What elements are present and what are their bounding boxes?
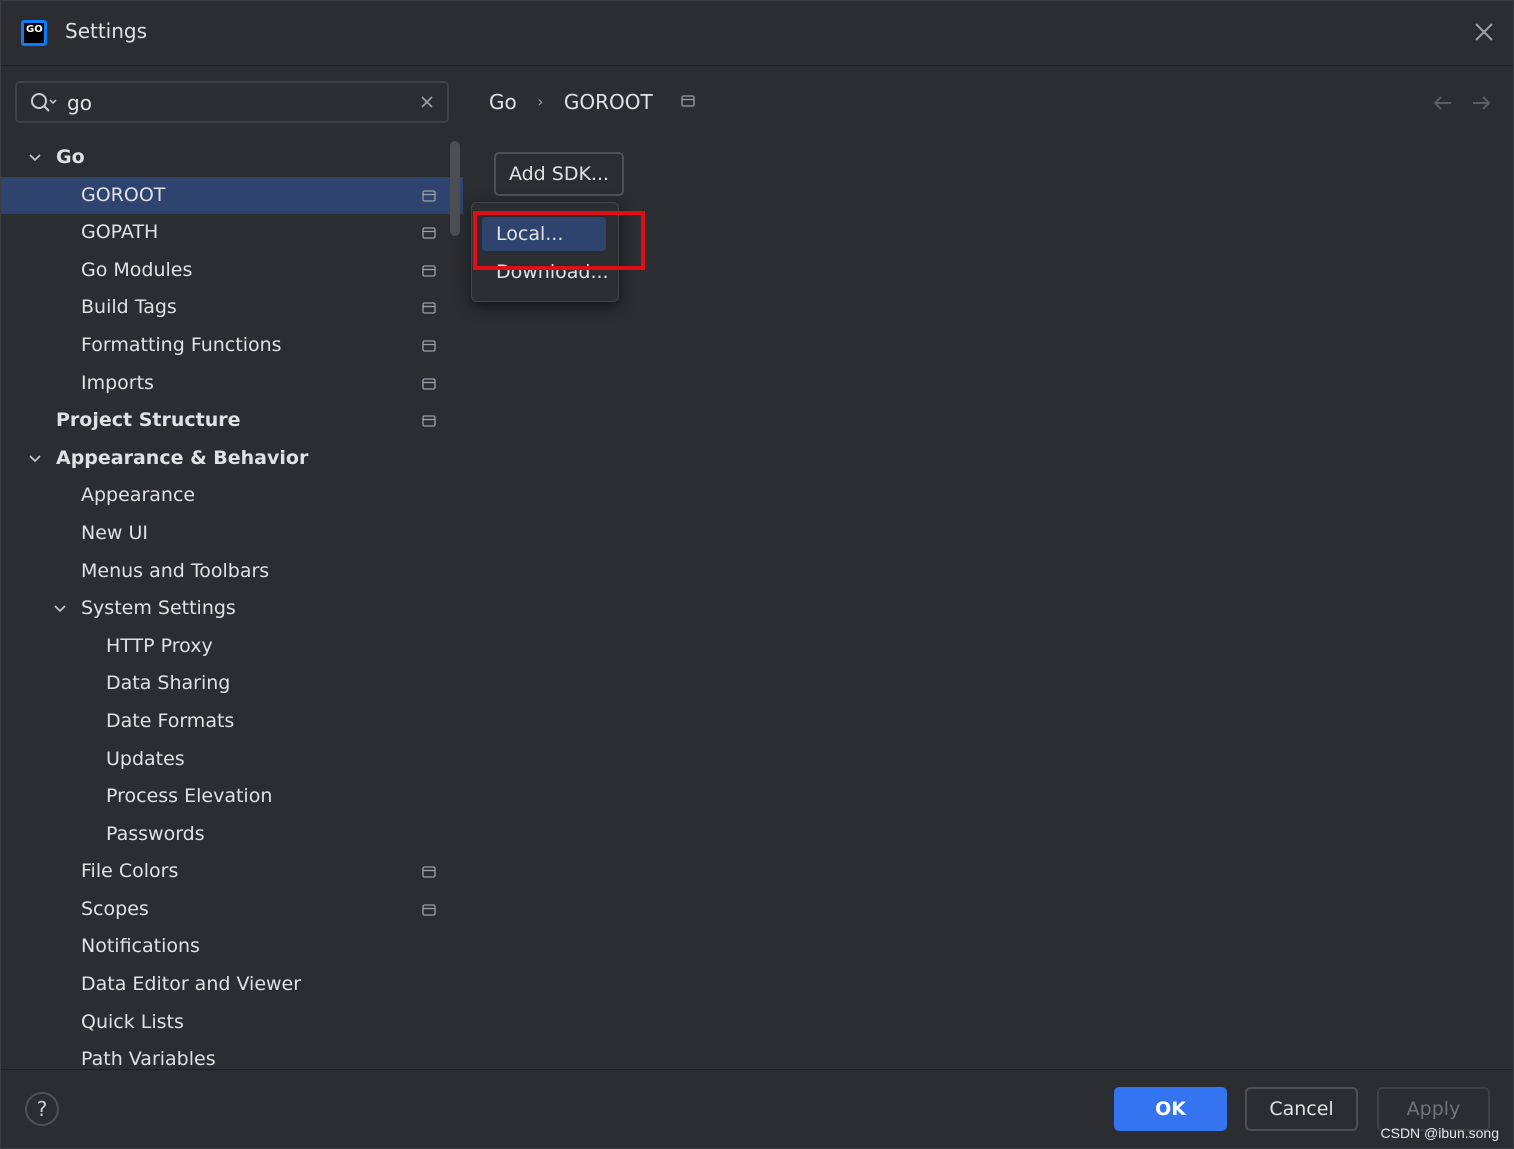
tree-item-label: Scopes (81, 897, 149, 920)
tree-item[interactable]: Appearance & Behavior (1, 440, 463, 478)
title-bar: GO Settings (1, 1, 1513, 66)
chevron-right-icon: › (537, 92, 544, 111)
project-scope-icon (422, 866, 436, 878)
chevron-down-icon[interactable] (28, 151, 42, 165)
chevron-down-icon[interactable] (53, 602, 67, 616)
tree-item[interactable]: Date Formats (1, 703, 463, 741)
window-title: Settings (65, 19, 148, 43)
tree-item-label: Updates (106, 747, 185, 770)
project-scope-icon (422, 265, 436, 277)
tree-item[interactable]: Passwords (1, 816, 463, 854)
settings-tree-panel: go Go GOROOT GOPATH Go Modules Build Tags For… (1, 66, 463, 1069)
tree-item-label: System Settings (81, 597, 236, 620)
arrow-left-icon[interactable] (1433, 96, 1451, 110)
annotation-highlight-box (473, 211, 645, 270)
search-value: go (67, 91, 92, 115)
help-button[interactable]: ? (25, 1092, 59, 1126)
settings-content-panel: Go › GOROOT Add SDK... Local... Download… (463, 66, 1513, 1069)
tree-item[interactable]: Formatting Functions (1, 327, 463, 365)
tree-item[interactable]: GOPATH (1, 214, 463, 252)
tree-item-label: Go (56, 146, 85, 168)
breadcrumb-parent[interactable]: Go (489, 90, 517, 114)
project-scope-icon (681, 95, 695, 107)
tree-item[interactable]: Notifications (1, 928, 463, 966)
tree-item[interactable]: Build Tags (1, 289, 463, 327)
tree-item-label: Quick Lists (81, 1010, 184, 1033)
tree-item[interactable]: Appearance (1, 477, 463, 515)
tree-item-label: Appearance & Behavior (56, 446, 309, 469)
tree-item[interactable]: Scopes (1, 891, 463, 929)
tree-item-label: HTTP Proxy (106, 634, 213, 657)
tree-item[interactable]: Updates (1, 741, 463, 779)
tree-item-label: Passwords (106, 822, 205, 845)
project-scope-icon (422, 302, 436, 315)
tree-item-label: New UI (81, 521, 148, 544)
chevron-down-icon[interactable] (28, 452, 42, 466)
navigation-arrows (1433, 96, 1491, 110)
settings-dialog: GO Settings go Go GOROOT GOPATH Go Modules B… (0, 0, 1514, 1149)
tree-item[interactable]: Path Variables (1, 1041, 463, 1069)
arrow-right-icon[interactable] (1473, 96, 1491, 110)
tree-item[interactable]: Imports (1, 365, 463, 403)
tree-item[interactable]: File Colors (1, 853, 463, 891)
tree-item-label: GOPATH (81, 221, 159, 244)
watermark-text: CSDN @ibun.song (1380, 1125, 1500, 1141)
dialog-footer: ? OK Cancel Apply CSDN @ibun.song (1, 1069, 1513, 1148)
project-scope-icon (422, 377, 436, 390)
tree-item[interactable]: Data Editor and Viewer (1, 966, 463, 1004)
close-icon[interactable] (1471, 19, 1497, 45)
project-scope-icon (422, 904, 436, 916)
tree-item[interactable]: Menus and Toolbars (1, 553, 463, 591)
breadcrumb: Go › GOROOT (489, 88, 695, 114)
tree-item-label: File Colors (81, 860, 179, 883)
search-icon[interactable] (29, 91, 57, 115)
project-scope-icon (422, 415, 436, 427)
settings-tree: Go GOROOT GOPATH Go Modules Build Tags Format… (1, 139, 463, 1069)
tree-item[interactable]: HTTP Proxy (1, 628, 463, 666)
tree-item-label: Process Elevation (106, 785, 273, 808)
tree-scrollbar[interactable] (450, 141, 460, 236)
tree-item[interactable]: New UI (1, 515, 463, 553)
clear-search-icon[interactable] (419, 94, 435, 110)
tree-item-label: Menus and Toolbars (81, 559, 270, 582)
tree-item-label: Data Sharing (106, 672, 231, 695)
logo-text: GO (24, 23, 44, 43)
project-scope-icon (422, 227, 436, 239)
tree-item[interactable]: Process Elevation (1, 778, 463, 816)
tree-item-label: Project Structure (56, 409, 241, 432)
project-scope-icon (422, 340, 436, 352)
tree-item-label: Formatting Functions (81, 333, 282, 356)
ok-button[interactable]: OK (1114, 1087, 1227, 1131)
tree-item-label: Build Tags (81, 296, 177, 319)
goland-logo-icon: GO (21, 20, 47, 46)
tree-item-label: Data Editor and Viewer (81, 973, 302, 996)
search-input[interactable]: go (15, 81, 449, 123)
tree-item[interactable]: System Settings (1, 590, 463, 628)
cancel-button[interactable]: Cancel (1245, 1087, 1358, 1131)
tree-item-label: Appearance (81, 484, 196, 507)
tree-item[interactable]: GOROOT (1, 176, 463, 215)
tree-item[interactable]: Go Modules (1, 252, 463, 290)
breadcrumb-current: GOROOT (563, 89, 653, 114)
tree-item-label: Notifications (81, 935, 200, 958)
tree-item-label: Date Formats (106, 709, 235, 732)
tree-item[interactable]: Project Structure (1, 402, 463, 440)
tree-item[interactable]: Quick Lists (1, 1004, 463, 1042)
tree-item-label: Path Variables (81, 1048, 216, 1069)
add-sdk-button[interactable]: Add SDK... (494, 152, 624, 196)
tree-item-label: Imports (81, 371, 154, 394)
project-scope-icon (422, 189, 436, 202)
tree-item[interactable]: Data Sharing (1, 665, 463, 703)
tree-item-label: Go Modules (81, 258, 193, 281)
tree-item[interactable]: Go (1, 139, 463, 177)
tree-item-label: GOROOT (81, 183, 166, 206)
